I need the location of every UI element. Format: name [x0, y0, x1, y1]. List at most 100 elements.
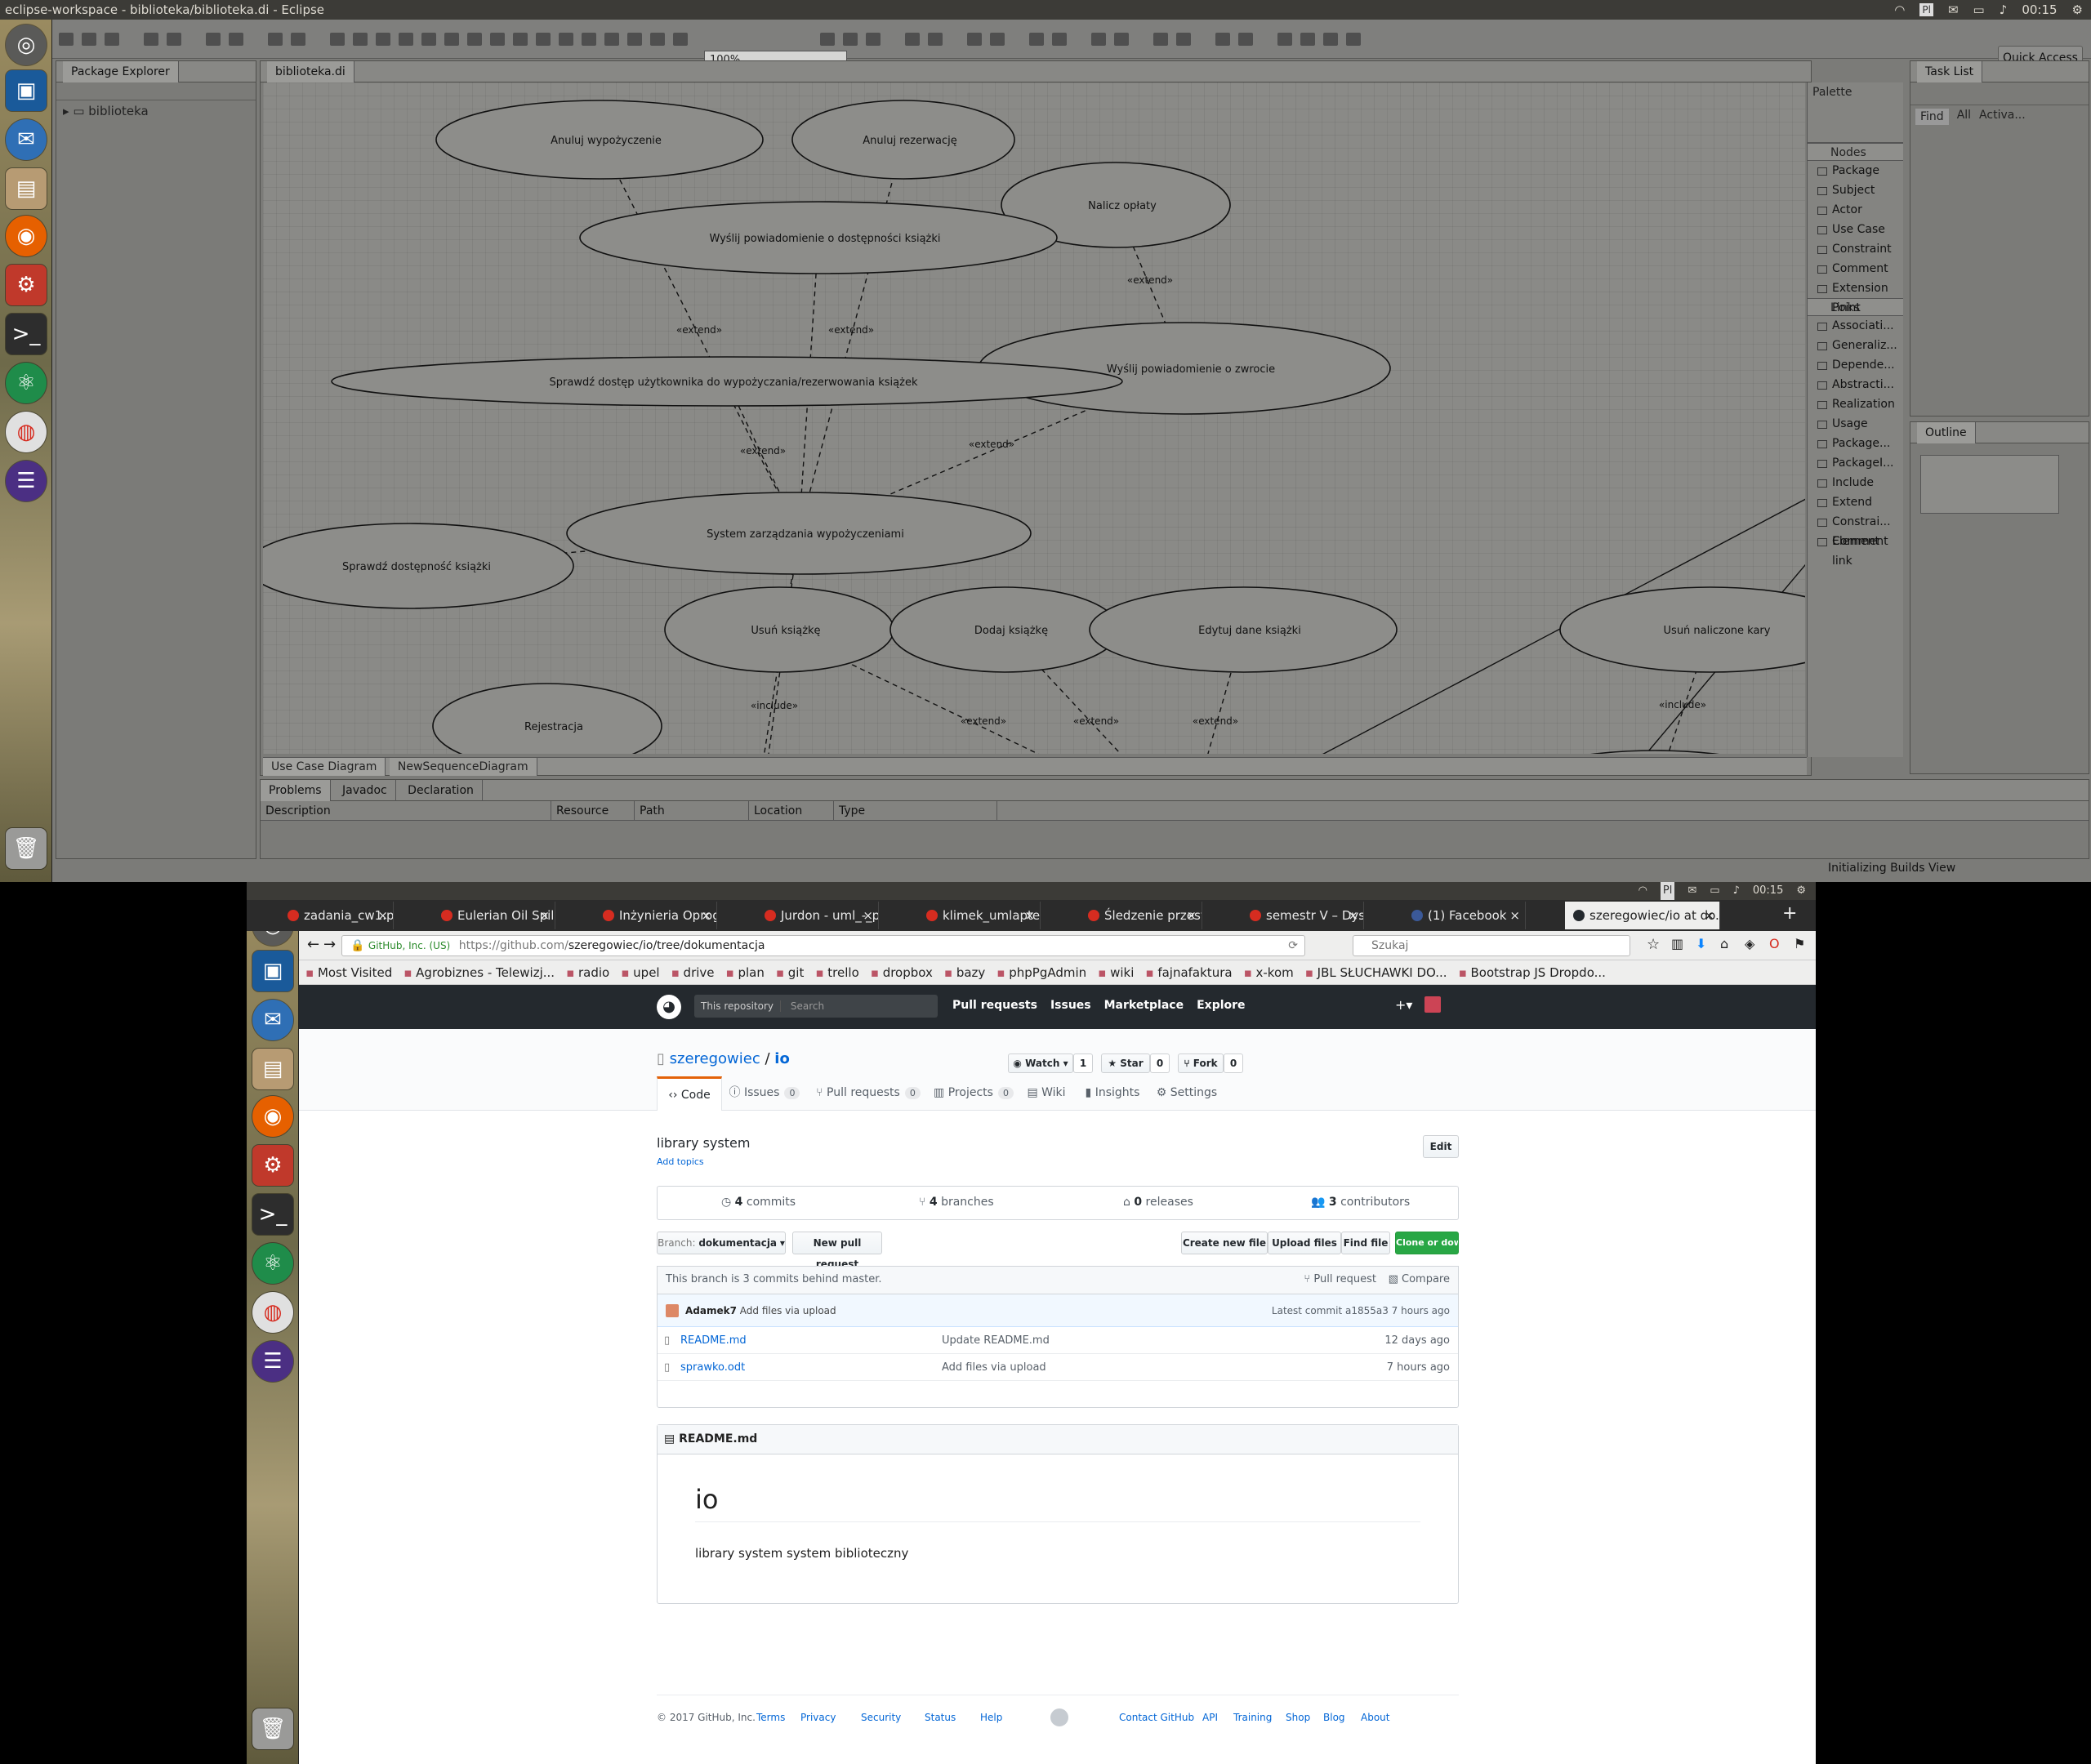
palette-link-item[interactable]: Include — [1808, 473, 1903, 492]
run-icon[interactable] — [229, 33, 243, 46]
line-style-icon[interactable] — [330, 33, 345, 46]
col-path[interactable]: Path — [635, 801, 749, 821]
tab-declaration[interactable]: Declaration — [399, 780, 483, 801]
edit-button[interactable]: Edit — [1423, 1135, 1459, 1158]
reload-icon[interactable]: ⟳ — [1288, 936, 1298, 956]
extension-icon[interactable]: ⚑ — [1794, 936, 1805, 951]
use-case-anuluj-rez[interactable]: Anuluj rezerwację — [791, 100, 1015, 180]
eclipse-icon[interactable]: ☰ — [6, 461, 47, 501]
browser-tab[interactable]: szeregowiec/io at do... × — [1565, 902, 1720, 929]
star-button[interactable]: ★ Star — [1101, 1054, 1150, 1073]
palette-link-item[interactable]: Realization — [1808, 394, 1903, 414]
outline-tab[interactable]: Outline — [1917, 422, 1976, 443]
use-case-ellipse[interactable] — [432, 683, 662, 769]
palette-link-item[interactable]: Depende... — [1808, 355, 1903, 375]
distribute-icon[interactable] — [444, 33, 459, 46]
col-location[interactable]: Location — [749, 801, 834, 821]
use-case-dodaj-ks[interactable]: Dodaj książkę — [889, 586, 1120, 673]
file-name[interactable]: README.md — [680, 1327, 747, 1354]
close-tab-icon[interactable]: × — [1186, 902, 1197, 929]
browser-tab[interactable]: Inżynieria Oprogram...× — [595, 902, 717, 929]
palette-node-item[interactable]: Actor — [1808, 200, 1903, 220]
browser-tab[interactable]: (1) Facebook × — [1403, 902, 1526, 929]
palette-node-item[interactable]: Constraint — [1808, 239, 1903, 259]
star-count[interactable]: 0 — [1150, 1054, 1170, 1073]
browser-tab[interactable]: Eulerian Oil Spills M...× — [433, 902, 555, 929]
repo-tab[interactable]: ‹› Code — [657, 1076, 722, 1111]
zoom-icon[interactable] — [650, 33, 665, 46]
opera-icon[interactable]: O — [1769, 936, 1780, 951]
mail-icon[interactable]: ✉ — [1948, 0, 1959, 20]
back-icon[interactable]: ← — [307, 936, 319, 953]
terminal-icon[interactable]: >_ — [6, 314, 47, 354]
trash-icon[interactable]: 🗑 — [252, 1708, 293, 1749]
volume-icon[interactable]: ♪ — [2000, 0, 2008, 20]
connector-icon[interactable] — [376, 33, 390, 46]
branches-link[interactable]: ⑂ 4 branches — [919, 1196, 994, 1209]
redo-icon[interactable] — [167, 33, 181, 46]
tool-h-icon[interactable] — [1029, 33, 1044, 46]
task-activate[interactable]: Activa... — [1979, 109, 2026, 125]
commits-link[interactable]: ◷ 4 commits — [721, 1196, 796, 1209]
browser-tab[interactable]: Śledzenie przesyłek× — [1080, 902, 1202, 929]
palette-link-item[interactable]: Associati... — [1808, 316, 1903, 336]
bookmark-item[interactable]: ▪ JBL SŁUCHAWKI DO... — [1305, 965, 1447, 980]
trash-icon[interactable]: 🗑 — [6, 828, 47, 869]
bookmark-item[interactable]: ▪ Bootstrap JS Dropdo... — [1459, 965, 1606, 980]
extend-edge[interactable] — [799, 139, 904, 533]
pull-request-link[interactable]: ⑂ Pull request — [1304, 1267, 1376, 1293]
use-case-rejestracja[interactable]: Rejestracja — [432, 683, 662, 769]
link-icon[interactable] — [399, 33, 413, 46]
add-topics-link[interactable]: Add topics — [657, 1156, 704, 1167]
plus-icon[interactable]: +▾ — [1395, 997, 1412, 1013]
fork-button[interactable]: ⑂ Fork — [1178, 1054, 1224, 1073]
watch-count[interactable]: 1 — [1073, 1054, 1093, 1073]
star-icon[interactable]: ☆ — [1647, 936, 1660, 953]
use-case-ellipse[interactable] — [1500, 750, 1809, 836]
bookmark-item[interactable]: ▪ drive — [671, 965, 715, 980]
browser-tab[interactable]: semestr V – Dysk Go...× — [1242, 902, 1364, 929]
tool-m-icon[interactable] — [1176, 33, 1191, 46]
bookmark-item[interactable]: ▪ x-kom — [1244, 965, 1294, 980]
palette-node-item[interactable]: Use Case — [1808, 220, 1903, 239]
contributors-link[interactable]: 👥 3 contributors — [1311, 1196, 1410, 1209]
new-icon[interactable] — [59, 33, 74, 46]
tool-b-icon[interactable] — [843, 33, 858, 46]
footer-link[interactable]: Security — [861, 1712, 901, 1723]
bookmark-item[interactable]: ▪ trello — [815, 965, 858, 980]
align-icon[interactable] — [268, 33, 283, 46]
file-manager-icon[interactable]: ▤ — [6, 168, 47, 209]
browser-tab[interactable]: zadania_cw1.pdf× — [279, 902, 394, 929]
tool-j-icon[interactable] — [1091, 33, 1106, 46]
new-tab-icon[interactable]: + — [1782, 903, 1797, 924]
url-bar[interactable]: 🔒 GitHub, Inc. (US) https://github.com/s… — [341, 935, 1305, 956]
ubuntu-dash-icon[interactable]: ◎ — [6, 24, 47, 65]
tool-l-icon[interactable] — [1153, 33, 1168, 46]
settings-icon[interactable]: ⚙ — [6, 265, 47, 305]
terminal-icon[interactable]: >_ — [252, 1194, 293, 1235]
text-color-icon[interactable] — [1323, 33, 1338, 46]
task-find-input[interactable]: Find — [1915, 109, 1949, 125]
tool-n-icon[interactable] — [1215, 33, 1230, 46]
tool-c-icon[interactable] — [866, 33, 881, 46]
print-icon[interactable] — [105, 33, 119, 46]
col-type[interactable]: Type — [834, 801, 997, 821]
commit-message[interactable]: Add files via upload — [740, 1305, 836, 1316]
branch-select[interactable]: Branch: dokumentacja ▾ — [657, 1232, 786, 1254]
atom-icon[interactable]: ⚛ — [252, 1243, 293, 1284]
keyboard-layout[interactable]: Pl — [1660, 882, 1675, 900]
file-commit-message[interactable]: Add files via upload — [942, 1354, 1046, 1381]
repo-owner[interactable]: szeregowiec — [670, 1050, 760, 1067]
editor-tab[interactable]: biblioteka.di — [267, 61, 354, 82]
search-input[interactable]: Szukaj — [1353, 935, 1630, 956]
bookmark-item[interactable]: ▪ Agrobiznes - Telewizj... — [403, 965, 555, 980]
tool-e-icon[interactable] — [928, 33, 943, 46]
bookmark-item[interactable]: ▪ plan — [726, 965, 765, 980]
tab-sequence-diagram[interactable]: NewSequenceDiagram — [389, 758, 537, 776]
tool-g-icon[interactable] — [990, 33, 1005, 46]
bookmark-item[interactable]: ▪ upel — [621, 965, 659, 980]
close-tab-icon[interactable]: × — [377, 902, 388, 929]
tool-a-icon[interactable] — [820, 33, 835, 46]
palette-node-item[interactable]: Extension Point — [1808, 278, 1903, 314]
commit-author[interactable]: Adamek7 — [685, 1305, 737, 1316]
